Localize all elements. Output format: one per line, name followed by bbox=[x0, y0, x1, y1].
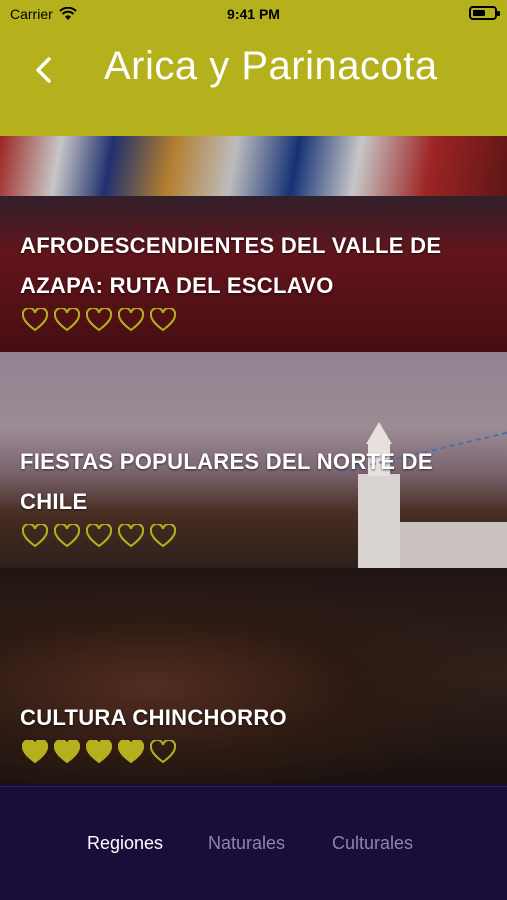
nav-header: Carrier 9:41 PM Arica y Parinacota bbox=[0, 0, 507, 136]
rating-hearts bbox=[22, 524, 176, 548]
heart-outline-icon bbox=[54, 308, 80, 332]
card-title: FIESTAS POPULARES DEL NORTE DE CHILE bbox=[20, 449, 433, 514]
tab-bar: Regiones Naturales Culturales bbox=[0, 786, 507, 900]
heart-outline-icon bbox=[150, 740, 176, 764]
rating-hearts bbox=[22, 308, 176, 332]
card-title: AFRODESCENDIENTES DEL VALLE DE AZAPA: RU… bbox=[20, 233, 442, 298]
status-bar: Carrier 9:41 PM bbox=[0, 0, 507, 30]
heart-outline-icon bbox=[118, 308, 144, 332]
heart-filled-icon bbox=[54, 740, 80, 764]
heart-outline-icon bbox=[86, 308, 112, 332]
heart-outline-icon bbox=[22, 308, 48, 332]
heart-outline-icon bbox=[118, 524, 144, 548]
back-button[interactable] bbox=[28, 52, 58, 88]
card-title: CULTURA CHINCHORRO bbox=[20, 705, 287, 730]
chevron-left-icon bbox=[36, 57, 51, 83]
tab-naturales[interactable]: Naturales bbox=[208, 833, 285, 854]
status-time: 9:41 PM bbox=[227, 6, 280, 22]
page-title: Arica y Parinacota bbox=[104, 44, 438, 88]
rating-hearts bbox=[22, 740, 176, 764]
heart-outline-icon bbox=[150, 524, 176, 548]
heart-filled-icon bbox=[118, 740, 144, 764]
card-fiestas[interactable]: FIESTAS POPULARES DEL NORTE DE CHILE bbox=[0, 352, 507, 568]
heart-filled-icon bbox=[86, 740, 112, 764]
card-chinchorro[interactable]: CULTURA CHINCHORRO bbox=[0, 568, 507, 784]
tab-culturales[interactable]: Culturales bbox=[332, 833, 413, 854]
heart-filled-icon bbox=[22, 740, 48, 764]
heart-outline-icon bbox=[86, 524, 112, 548]
heart-outline-icon bbox=[54, 524, 80, 548]
heart-outline-icon bbox=[150, 308, 176, 332]
heart-outline-icon bbox=[22, 524, 48, 548]
tab-regiones[interactable]: Regiones bbox=[87, 833, 163, 854]
card-afrodescendientes[interactable]: AFRODESCENDIENTES DEL VALLE DE AZAPA: RU… bbox=[0, 136, 507, 352]
battery-icon bbox=[469, 6, 500, 20]
